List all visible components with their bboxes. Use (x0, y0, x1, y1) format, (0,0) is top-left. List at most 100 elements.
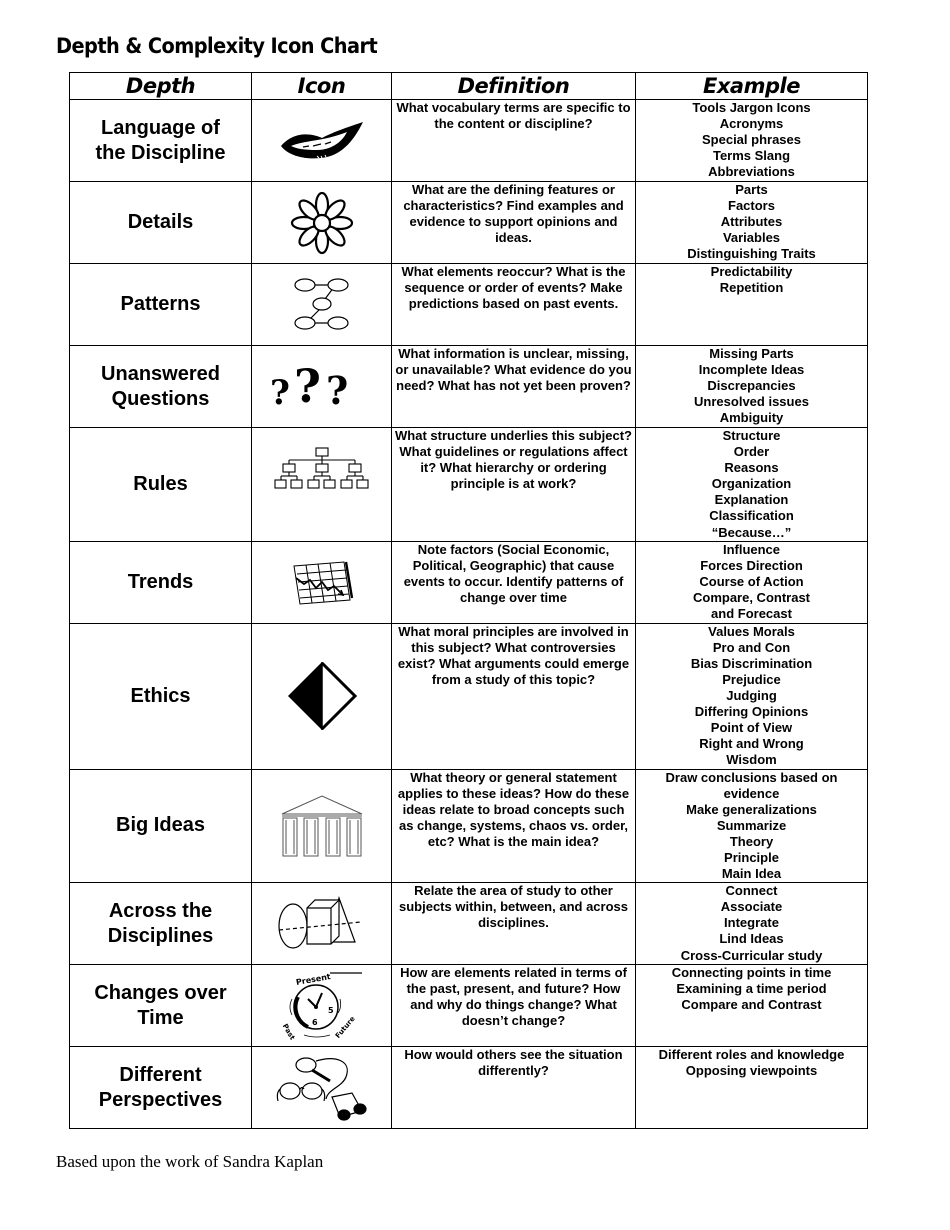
example-item: Make generalizations (686, 801, 817, 817)
example-item: Different roles and knowledge (658, 1047, 845, 1063)
example-item: Predictability (710, 264, 793, 279)
example-item: Bias Discrimination (690, 655, 813, 671)
page-title: Depth & Complexity Icon Chart (56, 34, 378, 58)
example-item: Course of Action (699, 573, 804, 589)
depth-cell: Unanswered Questions (69, 345, 252, 428)
depth-cell: Details (69, 181, 252, 264)
example-item: Prejudice (722, 671, 781, 687)
definition-text: What theory or general statement applies… (397, 769, 630, 849)
example-item: Ambiguity (719, 410, 784, 426)
svg-text:?: ? (270, 373, 290, 412)
example-item: Repetition (719, 280, 784, 296)
example-cell: Parts Factors Attributes Variables Distingui… (635, 181, 868, 264)
depth-cell: Across the Disciplines (69, 882, 252, 966)
table-row: Trends Note factors (Social Economic, Po… (69, 540, 868, 624)
example-item: Incomplete Ideas (698, 362, 805, 378)
definition-text: What are the defining features or charac… (403, 182, 624, 246)
example-cell: Values Morals Pro and Con Bias Discriminat… (635, 622, 868, 770)
definition-cell: What structure underlies this subject? W… (391, 427, 636, 542)
example-cell: Connecting points in time Examining a tim… (635, 964, 868, 1048)
example-item: Forces Direction (700, 557, 803, 573)
example-item: Main Idea (721, 866, 782, 882)
example-item: Abbreviations (708, 164, 795, 180)
example-item: Acronyms (719, 116, 784, 132)
definition-cell: What theory or general statement applies… (391, 768, 636, 884)
example-cell: Tools Jargon Icons Acronyms Special phrase… (635, 99, 868, 182)
depth-cell: Trends (69, 540, 252, 624)
definition-text: What structure underlies this subject? W… (395, 428, 632, 492)
icon-cell (251, 427, 392, 542)
example-item: Connect (725, 883, 778, 899)
svg-text:6: 6 (312, 1018, 318, 1027)
svg-text:5: 5 (328, 1006, 334, 1015)
example-cell: Draw conclusions based on evidence Make ge… (635, 768, 868, 884)
svg-text:?: ? (294, 362, 321, 412)
example-item: Theory (729, 833, 774, 849)
table-row: Different Perspectives How would others … (69, 1046, 868, 1130)
example-item: Right and Wrong (699, 736, 804, 752)
definition-cell: What are the defining features or charac… (391, 181, 636, 264)
attribution-footer: Based upon the work of Sandra Kaplan (56, 1152, 324, 1171)
example-item: Terms Slang (712, 148, 791, 164)
example-item: Cross-Curricular study (680, 947, 823, 963)
half-diamond-icon (287, 662, 357, 731)
example-item: Examining a time period (676, 981, 827, 997)
icon-chart-table: Depth Icon Definition Example Language o… (69, 72, 868, 1130)
table-row: Patterns What elements reoccur? What is … (69, 263, 868, 346)
definition-cell: What moral principles are involved in th… (391, 622, 636, 770)
icon-cell (251, 181, 392, 264)
definition-text: How are elements related in terms of the… (400, 965, 627, 1029)
example-cell: Influence Forces Direction Course of Actio… (635, 540, 868, 624)
definition-text: What elements reoccur? What is the seque… (401, 264, 626, 312)
example-item: Structure (722, 428, 781, 443)
question-marks-icon: ? ? ? (270, 362, 348, 412)
icon-cell (251, 768, 392, 884)
table-row: Changes over Time Present 6 5 Past Futur… (69, 964, 868, 1048)
glasses-binoculars-icon (276, 1057, 367, 1121)
example-item: Compare, Contrast (692, 589, 811, 605)
icon-cell (251, 882, 392, 966)
example-item: Attributes (720, 214, 783, 230)
example-item: Factors (728, 198, 775, 214)
icon-cell: Present 6 5 Past Future (251, 964, 392, 1048)
example-item: Order (733, 444, 770, 460)
example-item: Classification (709, 508, 794, 524)
depth-cell: Ethics (69, 622, 252, 770)
example-item: Connecting points in time (671, 965, 832, 981)
definition-text: What moral principles are involved in th… (397, 623, 630, 687)
icon-cell (251, 540, 392, 624)
example-item: Summarize (716, 817, 787, 833)
example-item: Differing Opinions (694, 704, 809, 720)
connected-circles-icon (293, 277, 349, 330)
table-row: Ethics What moral principles are involve… (69, 622, 868, 770)
header-icon: Icon (251, 72, 392, 100)
example-cell: Connect Associate Integrate Lind Ideas Cross… (635, 882, 868, 966)
example-item: Unresolved issues (694, 394, 809, 410)
svg-text:Past: Past (280, 1022, 296, 1041)
example-cell: Predictability Repetition (635, 263, 868, 346)
example-item: Special phrases (702, 132, 801, 148)
depth-cell: Patterns (69, 263, 252, 346)
example-item: Integrate (724, 915, 779, 931)
geometric-shapes-icon (277, 895, 361, 949)
example-item: Organization (711, 476, 792, 492)
example-item: Associate (720, 899, 783, 915)
hierarchy-icon (273, 447, 369, 489)
example-item: Compare and Contrast (681, 997, 822, 1013)
example-item: Opposing viewpoints (685, 1063, 818, 1079)
example-item: Influence (722, 541, 781, 557)
depth-cell: Big Ideas (69, 768, 252, 884)
icon-cell (251, 622, 392, 770)
example-item: Pro and Con (712, 639, 791, 655)
header-depth: Depth (69, 72, 252, 100)
table-row: Rules What structure underlies this subj… (69, 427, 868, 542)
depth-cell: Different Perspectives (69, 1046, 252, 1130)
example-cell: Different roles and knowledge Opposing vi… (635, 1046, 868, 1130)
header-row: Depth Icon Definition Example (69, 72, 868, 100)
temple-icon (281, 795, 362, 857)
definition-text: How would others see the situation diffe… (404, 1047, 623, 1079)
definition-cell: What vocabulary terms are specific to th… (391, 99, 636, 182)
example-item: Wisdom (726, 752, 777, 768)
example-cell: Missing Parts Incomplete Ideas Discrepanci… (635, 345, 868, 428)
example-item: Parts (735, 182, 768, 197)
